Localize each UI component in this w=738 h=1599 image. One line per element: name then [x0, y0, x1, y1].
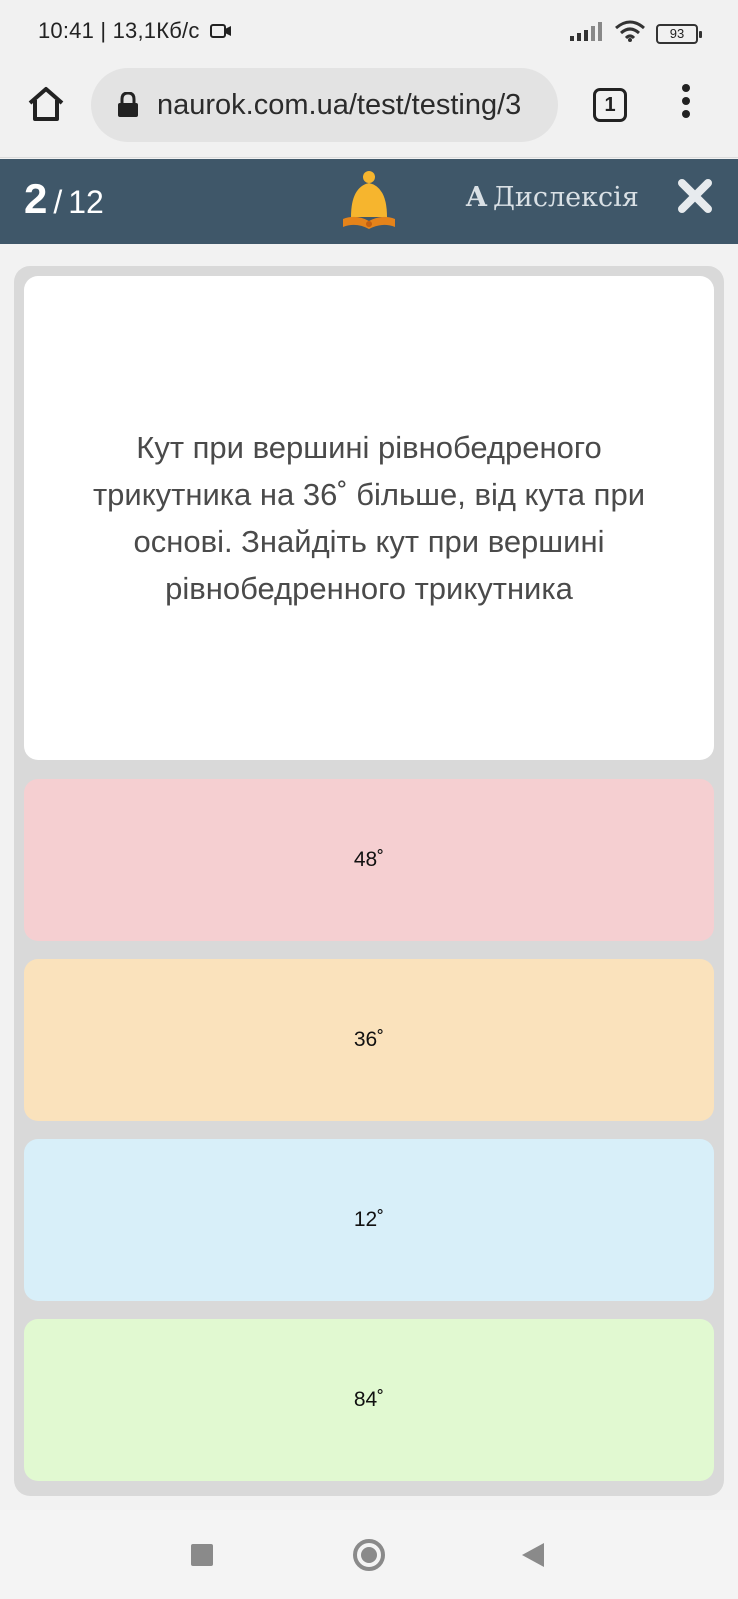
browser-toolbar: naurok.com.ua/test/testing/3 1	[0, 66, 738, 158]
question-card: Кут при вершині рівнобедреного трикутник…	[24, 276, 714, 760]
answer-label: 36˚	[353, 1028, 385, 1051]
home-icon	[28, 87, 64, 121]
answer-label: 48˚	[353, 848, 385, 871]
battery-indicator: 93	[656, 23, 702, 44]
status-bar: 10:41 | 13,1Кб/с 93	[0, 0, 738, 66]
dyslexia-label: Дислексія	[492, 182, 639, 213]
tabs-button[interactable]: 1	[593, 88, 627, 122]
home-button[interactable]	[26, 84, 66, 124]
test-header: 2/12 A Дислексія	[0, 159, 738, 244]
current-question-number: 2	[24, 175, 48, 222]
close-icon[interactable]	[678, 179, 712, 218]
tab-count: 1	[604, 94, 616, 116]
wifi-icon	[614, 20, 646, 47]
answer-label: 84˚	[353, 1388, 385, 1411]
dyslexia-toggle[interactable]: A Дислексія	[466, 182, 639, 213]
status-time-speed: 10:41 | 13,1Кб/с	[38, 18, 232, 45]
question-counter: 2/12	[24, 175, 104, 223]
bell-icon	[339, 169, 399, 240]
url-text: naurok.com.ua/test/testing/3	[157, 89, 522, 121]
nav-home-icon[interactable]	[352, 1538, 386, 1577]
test-container: Кут при вершині рівнобедреного трикутник…	[14, 266, 724, 1496]
back-icon[interactable]	[520, 1541, 546, 1574]
more-vert-icon[interactable]	[676, 84, 696, 124]
address-bar[interactable]: naurok.com.ua/test/testing/3	[91, 68, 558, 142]
status-time-text: 10:41 | 13,1Кб/с	[38, 18, 200, 43]
video-camera-icon	[209, 19, 232, 45]
status-icons: 93	[570, 20, 702, 47]
answer-option[interactable]: 48˚	[24, 779, 714, 941]
system-nav-bar	[0, 1510, 738, 1599]
dyslexia-letter: A	[466, 182, 487, 213]
answer-option[interactable]: 36˚	[24, 959, 714, 1121]
total-questions: 12	[68, 184, 104, 220]
answer-label: 12˚	[353, 1208, 385, 1231]
lock-icon	[117, 91, 139, 123]
counter-separator: /	[53, 184, 63, 220]
battery-level: 93	[669, 25, 685, 41]
recents-icon[interactable]	[191, 1544, 213, 1566]
answer-option[interactable]: 12˚	[24, 1139, 714, 1301]
signal-icon	[570, 21, 604, 46]
question-text: Кут при вершині рівнобедреного трикутник…	[92, 430, 646, 606]
answer-option[interactable]: 84˚	[24, 1319, 714, 1481]
